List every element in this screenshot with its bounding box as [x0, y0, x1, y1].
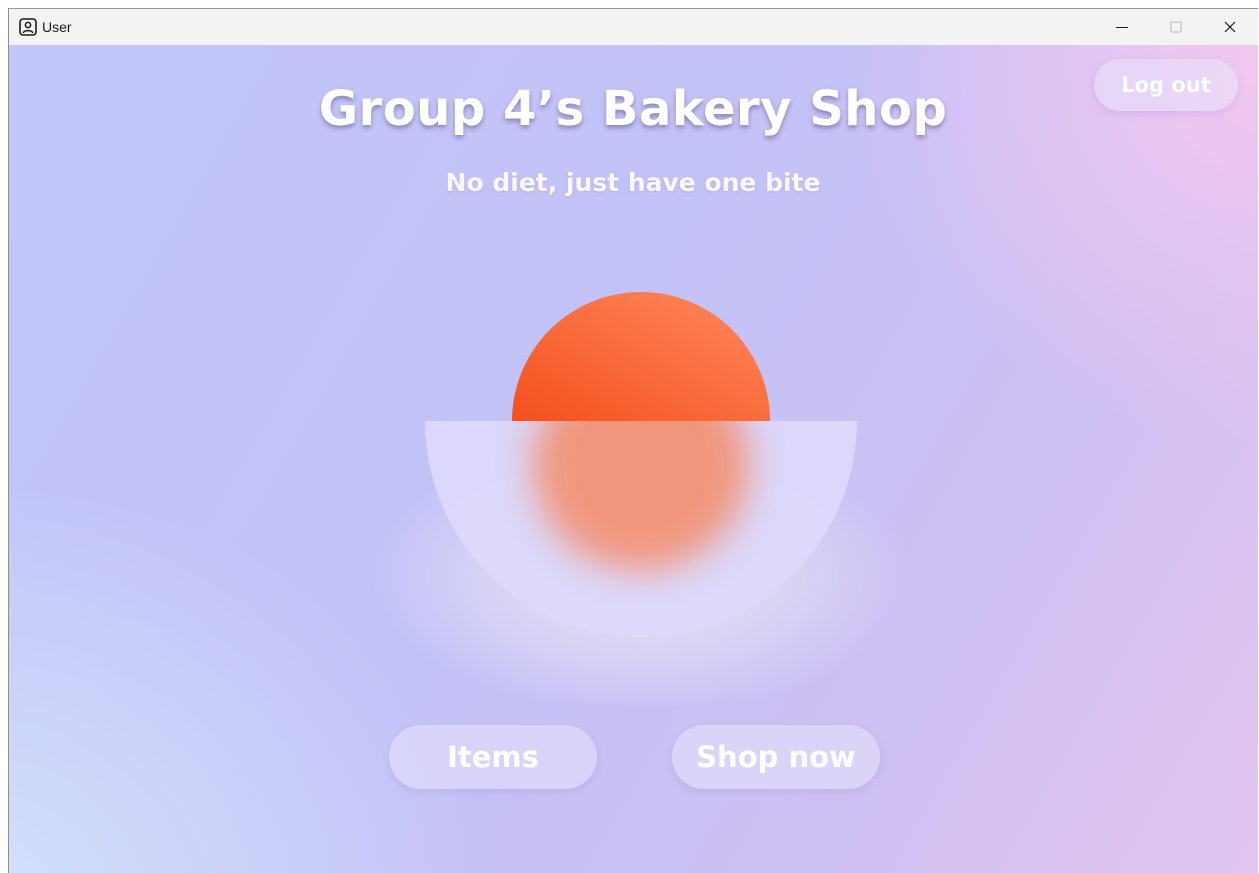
minimize-icon	[1116, 27, 1128, 28]
sun-shape	[512, 292, 770, 421]
items-button[interactable]: Items	[389, 725, 597, 789]
app-window: User Group 4’s Bakery Shop No diet, just…	[8, 8, 1258, 873]
minimize-button[interactable]	[1095, 9, 1149, 45]
user-badge-icon	[19, 18, 37, 36]
shop-now-button[interactable]: Shop now	[672, 725, 880, 789]
window-title: User	[42, 19, 72, 35]
hero-illustration	[371, 292, 911, 705]
page-subtitle: No diet, just have one bite	[445, 168, 821, 197]
logout-button[interactable]: Log out	[1094, 59, 1238, 111]
title-bar[interactable]: User	[9, 9, 1258, 45]
maximize-button[interactable]	[1149, 9, 1203, 45]
close-button[interactable]	[1203, 9, 1257, 45]
main-content: Group 4’s Bakery Shop No diet, just have…	[9, 45, 1258, 873]
page-title: Group 4’s Bakery Shop	[318, 81, 948, 137]
close-icon	[1224, 21, 1236, 33]
maximize-icon	[1170, 21, 1182, 33]
